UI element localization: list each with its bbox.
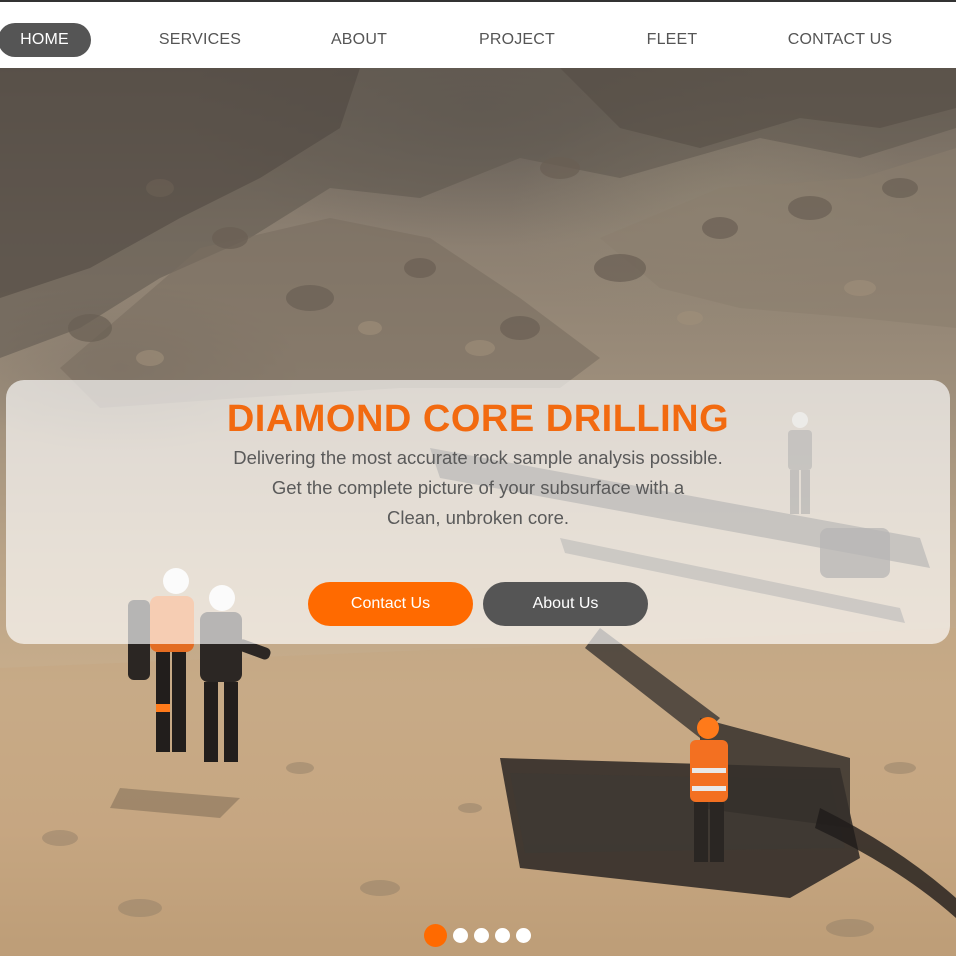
slider-dot-5[interactable] xyxy=(516,928,531,943)
slider-pagination xyxy=(0,924,956,948)
nav-item-fleet[interactable]: FLEET xyxy=(636,23,708,57)
contact-us-button[interactable]: Contact Us xyxy=(308,582,473,626)
nav-item-services[interactable]: SERVICES xyxy=(150,23,250,57)
hero-title: DIAMOND CORE DRILLING xyxy=(226,398,730,440)
slider-dot-1[interactable] xyxy=(424,924,447,947)
slider-dot-2[interactable] xyxy=(453,928,468,943)
slider-dot-3[interactable] xyxy=(474,928,489,943)
top-navigation: HOME SERVICES ABOUT PROJECT FLEET CONTAC… xyxy=(0,2,956,68)
hero-description-line-3: Clean, unbroken core. xyxy=(386,507,570,528)
nav-item-about[interactable]: ABOUT xyxy=(318,23,400,57)
slider-dot-4[interactable] xyxy=(495,928,510,943)
nav-item-project[interactable]: PROJECT xyxy=(470,23,564,57)
hero-description-line-2: Get the complete picture of your subsurf… xyxy=(271,477,685,498)
hero-description-line-1: Delivering the most accurate rock sample… xyxy=(233,447,723,468)
nav-item-contact-us[interactable]: CONTACT US xyxy=(780,23,900,57)
nav-item-home[interactable]: HOME xyxy=(0,23,91,57)
about-us-button[interactable]: About Us xyxy=(483,582,648,626)
page: HOME SERVICES ABOUT PROJECT FLEET CONTAC… xyxy=(0,0,956,956)
